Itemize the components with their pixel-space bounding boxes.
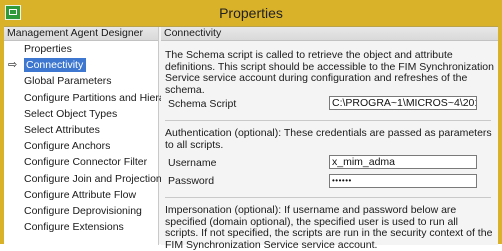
username-field[interactable]: x_mim_adma	[329, 155, 477, 169]
nav-item-select-attributes[interactable]: Select Attributes	[4, 122, 158, 138]
title-bar[interactable]: Properties	[0, 0, 502, 26]
nav-item-configure-connector-filter[interactable]: Configure Connector Filter	[4, 154, 158, 170]
nav-item-select-object-types[interactable]: Select Object Types	[4, 106, 158, 122]
schema-script-field[interactable]: C:\PROGRA~1\MICROS~4\2010\SYNC	[329, 96, 477, 110]
auth-description: Authentication (optional): These credent…	[165, 127, 492, 151]
section-divider	[165, 197, 491, 198]
impersonation-description: Impersonation (optional): If username an…	[165, 204, 493, 251]
nav-item-configure-deprovisioning[interactable]: Configure Deprovisioning	[4, 203, 158, 219]
password-field[interactable]: ••••••	[329, 174, 477, 188]
nav-item-configure-extensions[interactable]: Configure Extensions	[4, 219, 158, 235]
password-label: Password	[168, 175, 215, 187]
dialog-client-area: Management Agent Designer Properties ⇨ C…	[4, 26, 498, 250]
schema-script-label: Schema Script	[168, 98, 237, 110]
designer-nav-list: Properties ⇨ Connectivity Global Paramet…	[4, 41, 193, 235]
properties-window: Properties Management Agent Designer Pro…	[0, 0, 502, 250]
nav-item-connectivity[interactable]: ⇨ Connectivity	[4, 57, 158, 73]
connectivity-panel: Connectivity The Schema script is called…	[161, 27, 498, 250]
nav-item-global-parameters[interactable]: Global Parameters	[4, 73, 158, 89]
current-step-arrow-icon: ⇨	[8, 59, 18, 72]
nav-item-configure-partitions[interactable]: Configure Partitions and Hierarchies	[4, 90, 193, 106]
window-title: Properties	[219, 5, 283, 21]
nav-item-configure-join-projection[interactable]: Configure Join and Projection Rules	[4, 171, 192, 187]
panel-header: Connectivity	[161, 27, 498, 41]
nav-item-configure-anchors[interactable]: Configure Anchors	[4, 138, 158, 154]
designer-nav-panel: Management Agent Designer Properties ⇨ C…	[4, 27, 193, 245]
nav-item-properties[interactable]: Properties	[4, 41, 158, 57]
nav-panel-header: Management Agent Designer	[4, 27, 158, 41]
section-divider	[165, 120, 491, 121]
schema-description: The Schema script is called to retrieve …	[165, 49, 494, 96]
username-label: Username	[168, 157, 217, 169]
nav-item-configure-attribute-flow[interactable]: Configure Attribute Flow	[4, 187, 158, 203]
